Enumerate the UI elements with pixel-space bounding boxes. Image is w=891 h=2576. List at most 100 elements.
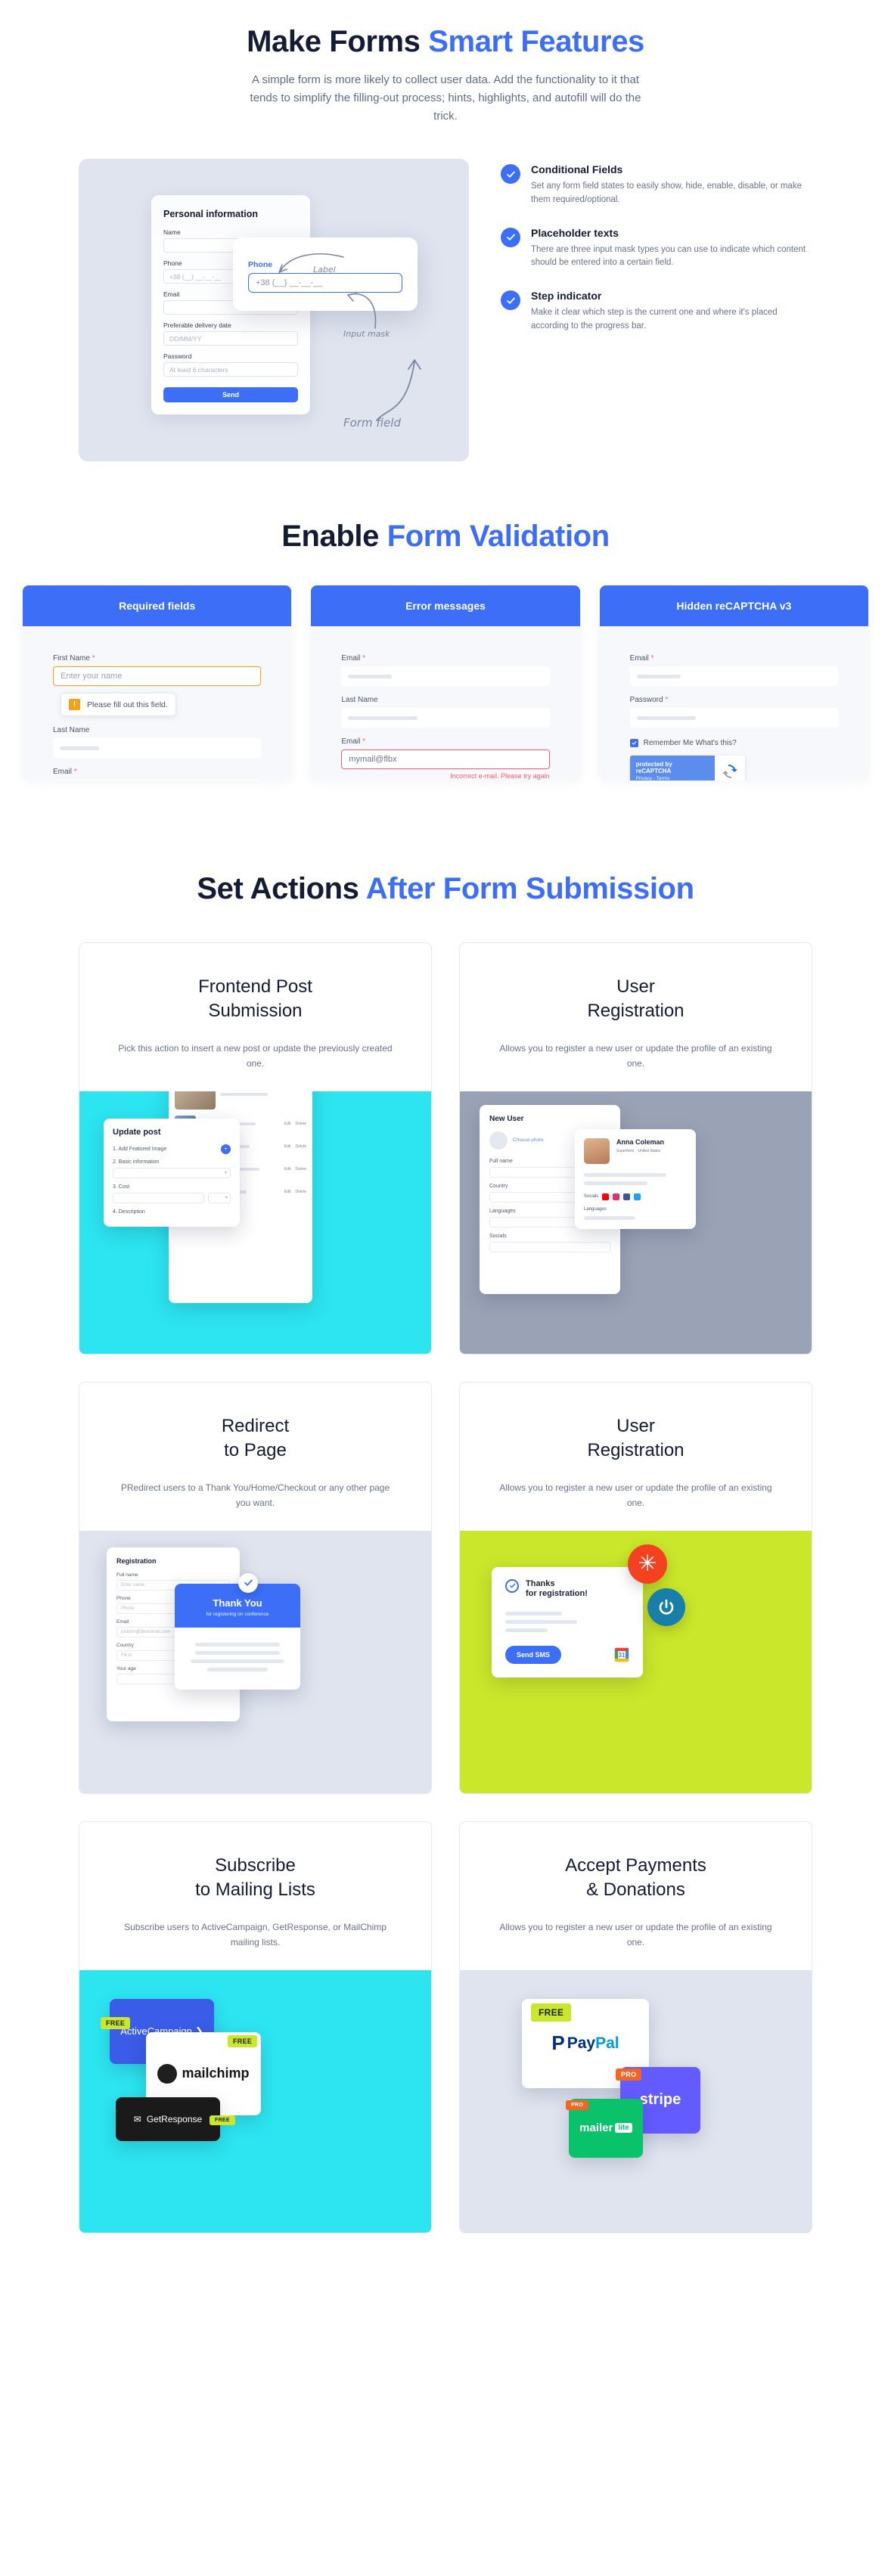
password-input[interactable]	[629, 708, 838, 728]
list-action-delete[interactable]: Delete	[296, 1167, 306, 1172]
recaptcha-text: protected by reCAPTCHA Privacy - Terms	[629, 756, 715, 781]
action-card-user-registration-sms[interactable]: User Registration Allows you to register…	[459, 1382, 812, 1794]
annotation-formfield-text: Form field	[343, 416, 401, 430]
thanks-line-1: Thanks	[526, 1578, 555, 1588]
action-card-subscribe-mailing-lists[interactable]: Subscribe to Mailing Lists Subscribe use…	[79, 1821, 432, 2233]
validation-title-dark: Enable	[281, 520, 387, 553]
profile-languages-label: Languages	[584, 1206, 607, 1212]
check-circle-icon	[505, 1578, 519, 1593]
action-card-accept-payments[interactable]: Accept Payments & Donations Allows you t…	[459, 1821, 812, 2233]
check-icon	[501, 290, 520, 311]
send-button[interactable]: Send	[163, 387, 298, 402]
actions-title: Set Actions After Form Submission	[0, 871, 891, 906]
zoom-phone-input[interactable]: +38 (__) __-__-__	[248, 273, 402, 293]
label-first-name: First Name *	[53, 654, 95, 663]
email-input[interactable]	[53, 780, 262, 781]
action-card-redirect-to-page[interactable]: Redirect to Page PRedirect users to a Th…	[79, 1382, 432, 1794]
feature-title: Step indicator	[531, 290, 602, 303]
first-name-input[interactable]: Enter your name	[53, 666, 262, 686]
warning-icon: !	[69, 699, 80, 710]
user-profile-card: Anna Coleman Superhero United States Soc…	[575, 1128, 696, 1229]
editor-row-2: 2. Basic information	[113, 1159, 160, 1165]
form-validation-section: Enable Form Validation Required fields F…	[0, 519, 891, 781]
profile-socials-label: Socials	[584, 1194, 599, 1200]
card-header: Hidden reCAPTCHA v3	[599, 585, 868, 626]
badge-free-paypal: FREE	[531, 2003, 572, 2022]
card-text: Redirect to Page PRedirect users to a Th…	[79, 1383, 431, 1531]
feature-desc: Set any form field states to easily show…	[531, 182, 802, 204]
card-desc: Allows you to register a new user or upd…	[499, 1482, 772, 1509]
new-user-title: New User	[489, 1114, 524, 1123]
badge-free-mailchimp: FREE	[228, 2034, 258, 2047]
list-action-edit[interactable]: Edit	[284, 1122, 291, 1126]
list-action-edit[interactable]: Edit	[284, 1144, 291, 1149]
card-body: Email * Password * Remember Me What's th…	[600, 626, 868, 781]
editor-row-1: 1. Add Featured Image	[113, 1146, 167, 1152]
label-password: Password *	[629, 696, 669, 704]
badge-free-getresponse: FREE	[210, 2115, 235, 2125]
editor-row-3: 3. Cost	[113, 1184, 130, 1190]
thanks-line-2: for registration!	[526, 1589, 588, 1599]
last-name-input[interactable]	[53, 738, 262, 758]
feature-desc: Make it clear which step is the current …	[531, 308, 778, 331]
card-text: Subscribe to Mailing Lists Subscribe use…	[79, 1822, 431, 1970]
validation-card-required-fields: Required fields First Name * Enter your …	[23, 585, 292, 781]
label-email: Email *	[53, 768, 77, 776]
send-sms-button[interactable]: Send SMS	[505, 1646, 562, 1665]
validation-card-recaptcha: Hidden reCAPTCHA v3 Email * Password * R…	[599, 585, 868, 781]
add-image-icon[interactable]: +	[221, 1144, 231, 1154]
email-input[interactable]	[341, 666, 550, 686]
validation-title: Enable Form Validation	[0, 519, 891, 554]
password-input[interactable]: At least 6 characters	[163, 362, 298, 377]
twitter-icon[interactable]	[634, 1193, 641, 1200]
feature-title: Conditional Fields	[531, 163, 623, 175]
action-card-user-registration[interactable]: User Registration Allows you to register…	[459, 942, 812, 1355]
card-header: Error messages	[311, 585, 580, 626]
placeholder-bar	[636, 674, 681, 678]
card-text: Frontend Post Submission Pick this actio…	[79, 943, 431, 1091]
recaptcha-badge[interactable]: protected by reCAPTCHA Privacy - Terms	[629, 756, 745, 781]
formfield-arrow-icon	[376, 359, 421, 421]
instagram-icon[interactable]	[613, 1193, 620, 1200]
smart-features-section: Make Forms Smart Features A simple form …	[0, 0, 891, 461]
last-name-input[interactable]	[341, 708, 550, 728]
card-header: Required fields	[23, 585, 292, 626]
smart-title-accent: Smart Features	[428, 25, 644, 58]
list-action-delete[interactable]: Delete	[296, 1144, 306, 1149]
check-icon	[501, 227, 520, 247]
landing-page: Make Forms Smart Features A simple form …	[0, 0, 891, 2233]
validation-title-accent: Form Validation	[387, 520, 610, 553]
card-visual-redirect: Registration Full name Enter name Phone …	[79, 1530, 431, 1793]
card-title: Frontend Post Submission	[198, 976, 312, 1022]
feature-item-step-indicator: Step indicator Make it clear which step …	[501, 290, 812, 334]
delivery-date-input[interactable]: DD/MM/YY	[163, 331, 298, 346]
feature-title: Placeholder texts	[531, 226, 619, 239]
validation-cards-row: Required fields First Name * Enter your …	[0, 585, 891, 781]
facebook-icon[interactable]	[623, 1193, 631, 1200]
annotation-mask-text: Input mask	[343, 329, 390, 339]
card-text: User Registration Allows you to register…	[460, 943, 812, 1091]
placeholder-bar	[348, 674, 393, 678]
actions-section: Set Actions After Form Submission Fronte…	[0, 871, 891, 2233]
list-action-delete[interactable]: Delete	[296, 1190, 306, 1194]
checkbox-checked-icon[interactable]	[629, 739, 638, 747]
power-badge-icon	[647, 1587, 685, 1626]
card-text: User Registration Allows you to register…	[460, 1383, 812, 1531]
card-desc: Allows you to register a new user or upd…	[499, 1921, 772, 1948]
recaptcha-sub: Privacy - Terms	[635, 776, 670, 781]
youtube-icon[interactable]	[602, 1193, 610, 1200]
required-asterisk: *	[92, 654, 95, 663]
email-input[interactable]	[629, 666, 838, 686]
recaptcha-logo-icon	[714, 756, 745, 781]
list-action-edit[interactable]: Edit	[284, 1190, 291, 1194]
remember-me-row[interactable]: Remember Me What's this?	[629, 739, 838, 747]
field-label-name: Name	[163, 228, 181, 236]
choose-photo-link[interactable]: Choose photo	[513, 1137, 543, 1143]
placeholder-bar	[60, 746, 99, 750]
email-error-input[interactable]: mymail@flbx	[341, 750, 550, 769]
validation-card-error-messages: Error messages Email * Last Name Email *…	[311, 585, 580, 781]
action-card-frontend-post-submission[interactable]: Frontend Post Submission Pick this actio…	[79, 942, 432, 1355]
list-action-edit[interactable]: Edit	[284, 1167, 291, 1172]
label-email: Email *	[629, 654, 654, 663]
list-action-delete[interactable]: Delete	[296, 1122, 306, 1126]
